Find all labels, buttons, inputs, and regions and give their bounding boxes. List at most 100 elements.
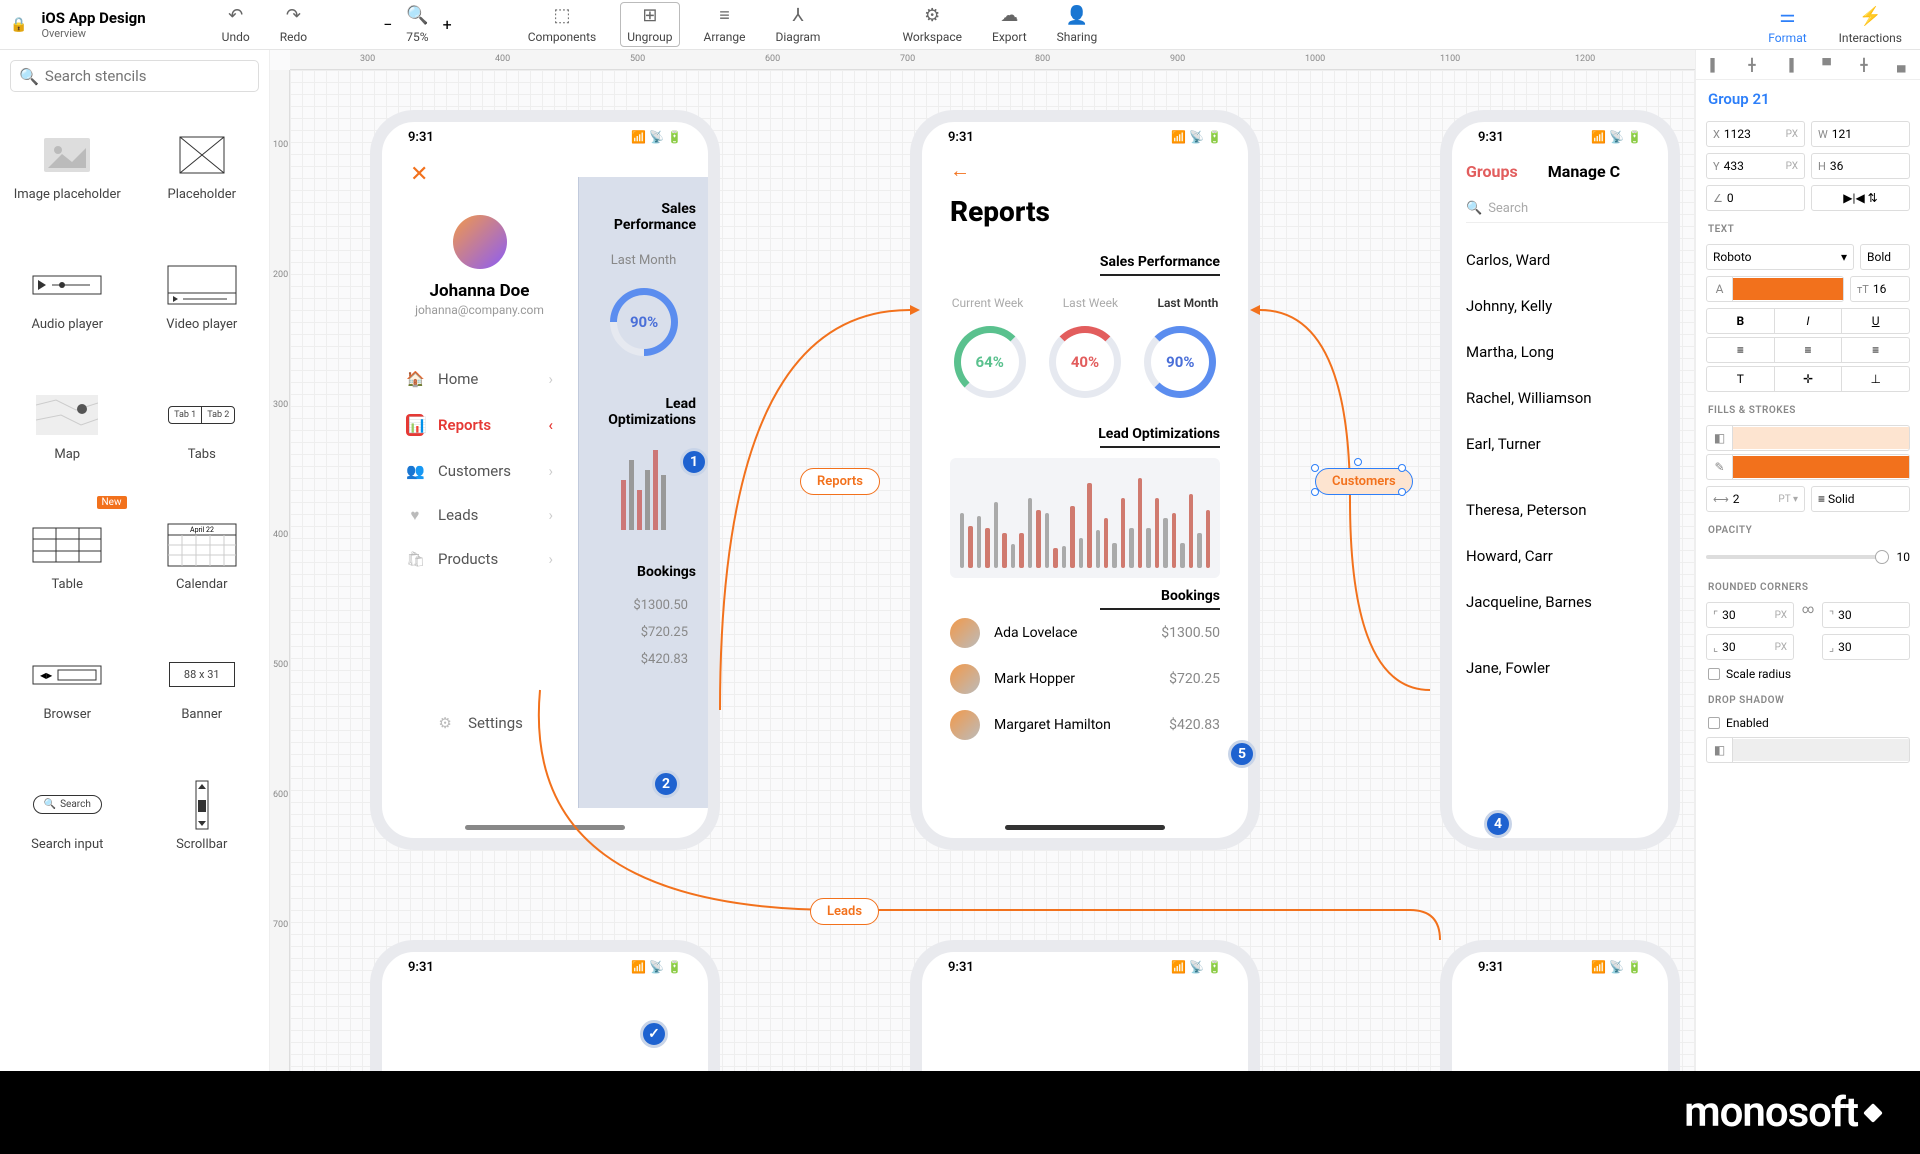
w-field[interactable]: W121	[1811, 121, 1910, 147]
stencil-audio-player[interactable]: Audio player	[0, 232, 135, 362]
arrange-button[interactable]: ≡Arrange	[698, 3, 752, 46]
link-corners-icon[interactable]: ∞	[1800, 602, 1816, 628]
shadow-swatch[interactable]	[1733, 739, 1909, 761]
interactions-tab[interactable]: ⚡Interactions	[1833, 4, 1908, 47]
workspace-button[interactable]: ⚙Workspace	[896, 3, 968, 46]
text-align-left-button[interactable]: ≡	[1707, 338, 1775, 362]
stencil-image-placeholder[interactable]: Image placeholder	[0, 102, 135, 232]
stencil-map[interactable]: Map	[0, 362, 135, 492]
fill-swatch[interactable]	[1733, 427, 1909, 449]
font-family-select[interactable]: Roboto▾	[1706, 244, 1854, 270]
components-button[interactable]: ⬚Components	[522, 3, 603, 46]
stencil-table[interactable]: NewTable	[0, 492, 135, 622]
hotspot-badge-1[interactable]: 1	[680, 448, 708, 476]
artboard-reports[interactable]: 9:31📶 📡 🔋 ← Reports Sales Performance Cu…	[910, 110, 1260, 850]
stencil-placeholder[interactable]: Placeholder	[135, 102, 270, 232]
corner-br-field[interactable]: ⌟30	[1822, 634, 1910, 660]
angle-field[interactable]: ∠0	[1706, 185, 1805, 211]
redo-button[interactable]: ↷Redo	[274, 3, 313, 46]
stencil-video-player[interactable]: Video player	[135, 232, 270, 362]
top-toolbar: 🔒 iOS App Design Overview ↶Undo ↷Redo − …	[0, 0, 1920, 50]
valign-middle-button[interactable]: ✛	[1775, 367, 1843, 391]
align-left-button[interactable]: ▌	[1696, 50, 1733, 79]
stroke-style-select[interactable]: ≡ Solid	[1811, 486, 1910, 512]
x-field[interactable]: X1123PX	[1706, 121, 1805, 147]
sharing-button[interactable]: 👤Sharing	[1051, 3, 1104, 46]
search-icon: 🔍 Search	[1466, 195, 1668, 223]
valign-bottom-button[interactable]: ⊥	[1842, 367, 1909, 391]
shadow-enabled-checkbox[interactable]: Enabled	[1696, 712, 1920, 734]
align-top-button[interactable]: ▀	[1808, 50, 1845, 79]
align-center-v-button[interactable]: ╋	[1845, 50, 1882, 79]
artboard-row2-2[interactable]: 9:31📶 📡 🔋	[910, 940, 1260, 1071]
search-stencils-input[interactable]	[45, 67, 250, 85]
stencil-scrollbar[interactable]: Scrollbar	[135, 752, 270, 882]
italic-button[interactable]: I	[1775, 309, 1843, 333]
stencil-browser[interactable]: ◀▶Browser	[0, 622, 135, 752]
zoom-out-button[interactable]: −	[383, 15, 392, 34]
font-size-field[interactable]: тT16	[1850, 276, 1910, 302]
selection-name[interactable]: Group 21	[1696, 80, 1920, 118]
lead-chart	[950, 458, 1220, 578]
text-align-center-button[interactable]: ≡	[1775, 338, 1843, 362]
design-canvas[interactable]: 300400500600700800900100011001200 100200…	[270, 50, 1695, 1071]
align-center-h-button[interactable]: ╋	[1733, 50, 1770, 79]
search-icon: 🔍	[19, 67, 39, 86]
stroke-swatch[interactable]	[1733, 456, 1909, 478]
artboard-row2-1[interactable]: 9:31📶 📡 🔋	[370, 940, 720, 1071]
brand-logo: monosoft	[1684, 1071, 1880, 1154]
format-tab[interactable]: ⚌Format	[1762, 4, 1812, 47]
corner-tr-field[interactable]: ⌝30	[1822, 602, 1910, 628]
y-field[interactable]: Y433PX	[1706, 153, 1805, 179]
text-color-swatch[interactable]	[1733, 278, 1843, 300]
scale-radius-checkbox[interactable]: Scale radius	[1696, 663, 1920, 685]
corner-bl-field[interactable]: ⌞30PX	[1706, 634, 1794, 660]
flip-buttons[interactable]: ▶|◀ ⇅	[1811, 185, 1910, 211]
text-align-right-button[interactable]: ≡	[1842, 338, 1909, 362]
artboard-menu[interactable]: 9:31📶 📡 🔋 ✕ Johanna Doe johanna@company.…	[370, 110, 720, 850]
opacity-slider[interactable]: 10	[1706, 550, 1910, 564]
font-weight-select[interactable]: Bold	[1860, 244, 1910, 270]
underline-button[interactable]: U	[1842, 309, 1909, 333]
stencil-banner[interactable]: 88 x 31Banner	[135, 622, 270, 752]
zoom-in-button[interactable]: +	[443, 15, 452, 34]
stroke-icon[interactable]: ✎	[1707, 455, 1733, 479]
user-name: Johanna Doe	[430, 281, 530, 301]
valign-top-button[interactable]: T	[1707, 367, 1775, 391]
stroke-width-field[interactable]: ⟷2PT ▾	[1706, 486, 1805, 512]
diagram-button[interactable]: ⅄Diagram	[770, 3, 827, 46]
alignment-row: ▌╋▐ ▀╋▄	[1696, 50, 1920, 80]
export-button[interactable]: ☁Export	[986, 3, 1033, 46]
menu-settings: ⚙Settings	[412, 701, 547, 745]
artboard-customers[interactable]: 9:31📶 📡 🔋 GroupsManage C 🔍 Search Carlos…	[1440, 110, 1680, 850]
stencil-panel: 🔍 Image placeholder Placeholder Audio pl…	[0, 50, 270, 1071]
hotspot-badge-5[interactable]: 5	[1228, 740, 1256, 768]
search-stencils[interactable]: 🔍	[10, 60, 259, 92]
hotspot-badge-2[interactable]: 2	[652, 770, 680, 798]
stencil-calendar[interactable]: April 22Calendar	[135, 492, 270, 622]
align-right-button[interactable]: ▐	[1771, 50, 1808, 79]
stencil-tabs[interactable]: Tab 1Tab 2Tabs	[135, 362, 270, 492]
h-field[interactable]: H36	[1811, 153, 1910, 179]
text-color-icon[interactable]: A	[1707, 277, 1733, 301]
bold-button[interactable]: B	[1707, 309, 1775, 333]
fill-icon[interactable]: ◧	[1707, 426, 1733, 450]
corner-tl-field[interactable]: ⌜30PX	[1706, 602, 1794, 628]
hotspot-badge-4[interactable]: 4	[1484, 810, 1512, 838]
menu-reports: 📊Reports‹	[382, 401, 577, 449]
svg-text:April 22: April 22	[190, 526, 214, 534]
link-leads[interactable]: Leads	[810, 898, 879, 925]
ungroup-button[interactable]: ⊞Ungroup	[620, 2, 679, 47]
zoom-level[interactable]: 🔍75%	[400, 3, 434, 46]
artboard-row2-3[interactable]: 9:31📶 📡 🔋	[1440, 940, 1680, 1071]
shadow-color-icon[interactable]: ◧	[1707, 738, 1733, 762]
link-reports[interactable]: Reports	[800, 468, 880, 495]
menu-home: 🏠Home›	[382, 357, 577, 401]
menu-leads: ♥Leads›	[382, 493, 577, 537]
undo-button[interactable]: ↶Undo	[216, 3, 256, 46]
hotspot-check[interactable]: ✓	[640, 1020, 668, 1048]
document-title[interactable]: iOS App Design Overview	[41, 9, 145, 40]
menu-products: 🛍Products›	[382, 537, 577, 581]
align-bottom-button[interactable]: ▄	[1883, 50, 1920, 79]
stencil-search-input[interactable]: 🔍SearchSearch input	[0, 752, 135, 882]
